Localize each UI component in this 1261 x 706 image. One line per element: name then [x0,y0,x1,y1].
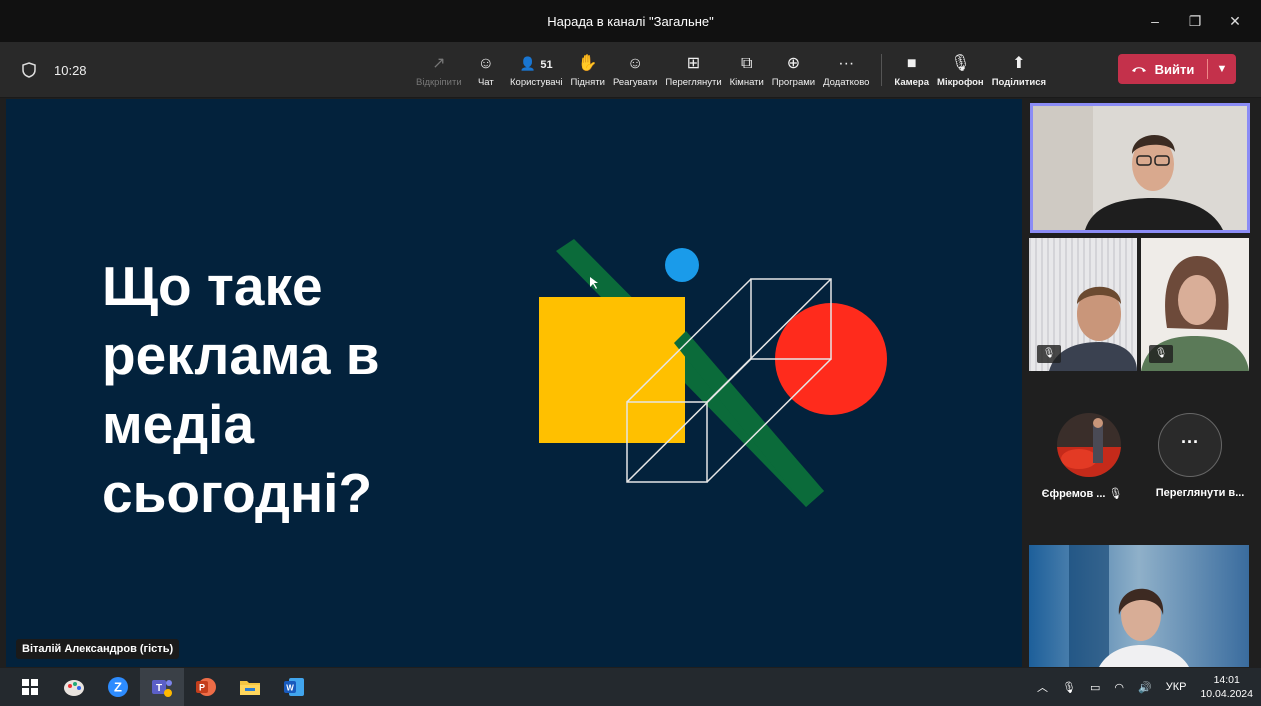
mic-off-icon: 🎙 [950,54,971,72]
view-button[interactable]: ⊞ Переглянути [661,42,725,98]
chat-icon: ☺ [477,54,494,72]
svg-text:Z: Z [114,680,122,695]
share-button[interactable]: ⬆ Поділитися [988,42,1050,98]
taskbar-app-explorer[interactable] [228,668,272,706]
participant-name: Єфремов ... [1041,488,1106,500]
participant-count: 51 [540,58,553,71]
teams-icon: T [152,680,172,697]
toolbar-divider [881,54,883,86]
zoom-icon: Z [108,677,128,697]
rooms-icon: ⧉ [741,54,753,72]
participants-panel: 🎙 🎙 ··· Єфремов ... 🎙 Переглянути в... [1025,99,1261,667]
slide-title: Що таке реклама в медіа сьогодні? [102,255,380,524]
folder-icon [240,681,260,695]
volume-icon[interactable]: 🔊 [1138,681,1152,694]
minimize-button[interactable]: – [1135,13,1175,29]
grid-icon: ⊞ [686,54,701,72]
unpin-button[interactable]: ↗ Відкріпити [412,42,466,98]
apps-button[interactable]: ⊕ Програми [768,42,819,98]
teams-window: Нарада в каналі "Загальне" – ❐ ✕ 10:28 ↗… [0,0,1261,706]
window-title: Нарада в каналі "Загальне" [547,13,714,29]
taskbar-app-zoom[interactable]: Z [96,668,140,706]
share-icon: ⬆ [1012,54,1026,72]
view-more-label[interactable]: Переглянути в... [1156,487,1245,500]
microphone-icon[interactable]: 🎙 [1062,681,1076,694]
video-tile-participant-2[interactable]: 🎙 [1029,238,1137,371]
wifi-icon[interactable]: ◠ [1114,681,1124,694]
react-button[interactable]: ☺ Реагувати [609,42,661,98]
presenter-name: Віталій Александров (гість) [16,639,180,659]
view-more-button[interactable]: ··· [1158,413,1222,477]
mic-off-icon: 🎙 [1037,345,1061,363]
svg-text:P: P [199,683,205,693]
mic-off-icon: 🎙 [1108,488,1123,500]
smiley-icon: ☺ [627,54,644,72]
meeting-toolbar: 10:28 ↗ Відкріпити ☺ Чат 👤 51 Користувач… [0,42,1261,98]
mic-off-icon: 🎙 [1149,345,1173,363]
hand-icon: ✋ [577,54,598,72]
windows-taskbar: Z T P W ︿ 🎙 ▭ ◠ 🔊 УКР 14:01 10.04.2024 [0,668,1261,706]
taskbar-app-paint[interactable] [52,668,96,706]
raise-hand-button[interactable]: ✋ Підняти [566,42,609,98]
leave-label: Вийти [1154,61,1195,77]
blue-circle [665,248,699,282]
shield-icon [22,62,36,78]
chevron-down-icon[interactable]: ▼ [1208,63,1236,75]
taskbar-app-powerpoint[interactable]: P [184,668,228,706]
windows-icon [22,679,38,695]
maximize-button[interactable]: ❐ [1175,13,1215,30]
start-button[interactable] [8,668,52,706]
svg-text:W: W [286,684,294,693]
leave-button[interactable]: Вийти ▼ [1118,54,1236,84]
taskbar-apps: Z T P W [8,668,316,706]
toolbar-actions: ↗ Відкріпити ☺ Чат 👤 51 Користувачі ✋ Пі… [412,42,1050,98]
shared-screen: Що таке реклама в медіа сьогодні? Віталі… [6,99,1022,667]
avatar[interactable] [1057,413,1121,477]
participant-video [1033,106,1247,230]
phone-hangup-icon [1131,67,1146,72]
taskbar-app-teams[interactable]: T [140,668,184,706]
system-clock[interactable]: 14:01 10.04.2024 [1200,673,1253,701]
plus-icon: ⊕ [786,54,801,72]
camera-icon: ■ [906,54,917,72]
participant-video [1029,545,1249,667]
system-tray: ︿ 🎙 ▭ ◠ 🔊 УКР 14:01 10.04.2024 [1037,668,1253,706]
meeting-timer: 10:28 [54,62,87,78]
people-button[interactable]: 👤 51 Користувачі [506,42,566,98]
language-indicator[interactable]: УКР [1166,681,1187,693]
chat-button[interactable]: ☺ Чат [466,42,506,98]
more-button[interactable]: ··· Додатково [819,42,873,98]
video-tile-participant-3[interactable]: 🎙 [1141,238,1249,371]
mic-button[interactable]: 🎙 Мікрофон [933,42,988,98]
paint-icon [64,680,84,696]
ellipsis-icon: ··· [1181,432,1199,452]
battery-icon[interactable]: ▭ [1090,681,1100,694]
video-tile-active-speaker[interactable] [1030,103,1250,233]
unpin-icon: ↗ [432,54,446,72]
camera-button[interactable]: ■ Камера [890,42,933,98]
taskbar-app-word[interactable]: W [272,668,316,706]
slide-graphic [539,239,887,507]
participant-names: Єфремов ... 🎙 Переглянути в... [1025,487,1261,500]
chevron-up-icon[interactable]: ︿ [1037,679,1048,695]
powerpoint-icon: P [196,678,216,696]
close-button[interactable]: ✕ [1215,13,1255,30]
ellipsis-icon: ··· [838,54,855,72]
rooms-button[interactable]: ⧉ Кімнати [726,42,768,98]
video-tile-participant-5[interactable] [1029,545,1249,667]
meeting-info: 10:28 [22,42,87,98]
svg-text:T: T [156,683,162,694]
yellow-square [539,297,685,443]
people-icon: 👤 [519,55,536,71]
window-controls: – ❐ ✕ [1135,0,1255,42]
word-icon: W [284,678,304,696]
title-bar: Нарада в каналі "Загальне" – ❐ ✕ [0,0,1261,42]
